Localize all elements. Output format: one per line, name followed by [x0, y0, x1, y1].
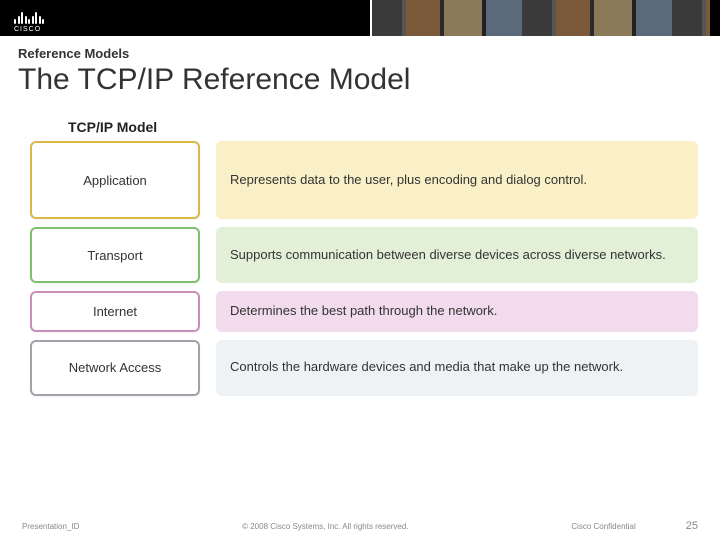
confidential-label: Cisco Confidential: [571, 522, 635, 531]
page-number: 25: [686, 520, 698, 532]
layer-desc: Represents data to the user, plus encodi…: [216, 141, 698, 219]
layer-row-application: Application Represents data to the user,…: [30, 141, 698, 219]
cisco-logo: CISCO: [14, 4, 44, 33]
pre-title: Reference Models: [18, 46, 720, 61]
layer-box: Network Access: [30, 340, 200, 396]
layer-row-transport: Transport Supports communication between…: [30, 227, 698, 283]
slide-footer: Presentation_ID © 2008 Cisco Systems, In…: [0, 520, 720, 532]
slide-header: Reference Models The TCP/IP Reference Mo…: [0, 36, 720, 101]
layer-desc: Supports communication between diverse d…: [216, 227, 698, 283]
presentation-id: Presentation_ID: [22, 522, 79, 531]
layer-box: Internet: [30, 291, 200, 332]
layer-row-network-access: Network Access Controls the hardware dev…: [30, 340, 698, 396]
copyright: © 2008 Cisco Systems, Inc. All rights re…: [79, 522, 571, 531]
layer-box: Application: [30, 141, 200, 219]
layer-box: Transport: [30, 227, 200, 283]
layer-row-internet: Internet Determines the best path throug…: [30, 291, 698, 332]
layer-desc: Determines the best path through the net…: [216, 291, 698, 332]
slide-title: The TCP/IP Reference Model: [18, 63, 720, 97]
photo-strip: [370, 0, 710, 36]
model-title: TCP/IP Model: [68, 119, 698, 135]
layer-desc: Controls the hardware devices and media …: [216, 340, 698, 396]
tcpip-diagram: TCP/IP Model Application Represents data…: [30, 119, 698, 396]
top-bar: CISCO: [0, 0, 720, 36]
cisco-bars-icon: [14, 4, 44, 24]
brand-text: CISCO: [14, 26, 41, 33]
